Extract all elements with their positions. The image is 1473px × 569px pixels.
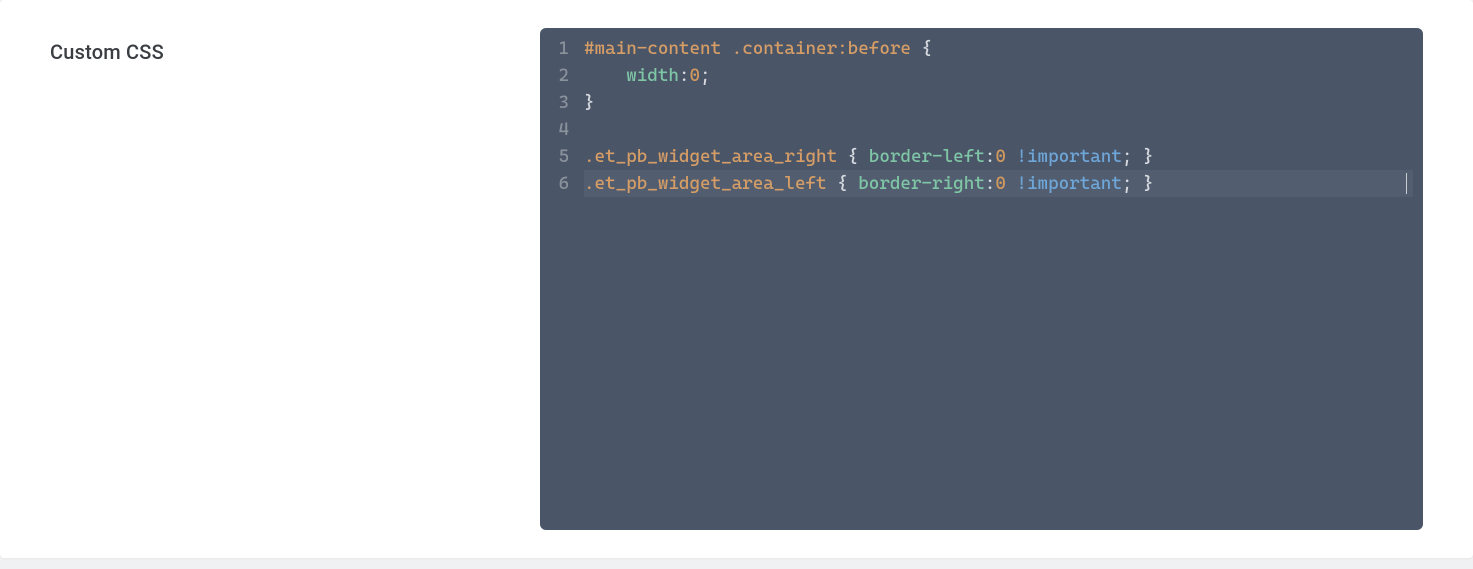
settings-row: Custom CSS 123456 #main-content .contain… xyxy=(0,0,1473,558)
code-line[interactable]: } xyxy=(584,89,1413,116)
line-number: 2 xyxy=(540,62,569,89)
line-number: 6 xyxy=(540,170,569,197)
code-line[interactable]: .et_pb_widget_area_right { border-left:0… xyxy=(584,143,1413,170)
code-line[interactable]: .et_pb_widget_area_left { border-right:0… xyxy=(584,170,1413,197)
code-area[interactable]: #main-content .container:before { width:… xyxy=(540,35,1423,197)
code-line[interactable]: width:0; xyxy=(584,62,1413,89)
code-line[interactable] xyxy=(584,116,1413,143)
field-label: Custom CSS xyxy=(50,28,540,530)
line-number-gutter: 123456 xyxy=(540,35,580,197)
custom-css-editor[interactable]: 123456 #main-content .container:before {… xyxy=(540,28,1423,530)
line-number: 1 xyxy=(540,35,569,62)
line-number: 5 xyxy=(540,143,569,170)
line-number: 4 xyxy=(540,116,569,143)
line-number: 3 xyxy=(540,89,569,116)
code-line[interactable]: #main-content .container:before { xyxy=(584,35,1413,62)
settings-panel: Custom CSS 123456 #main-content .contain… xyxy=(0,0,1473,558)
